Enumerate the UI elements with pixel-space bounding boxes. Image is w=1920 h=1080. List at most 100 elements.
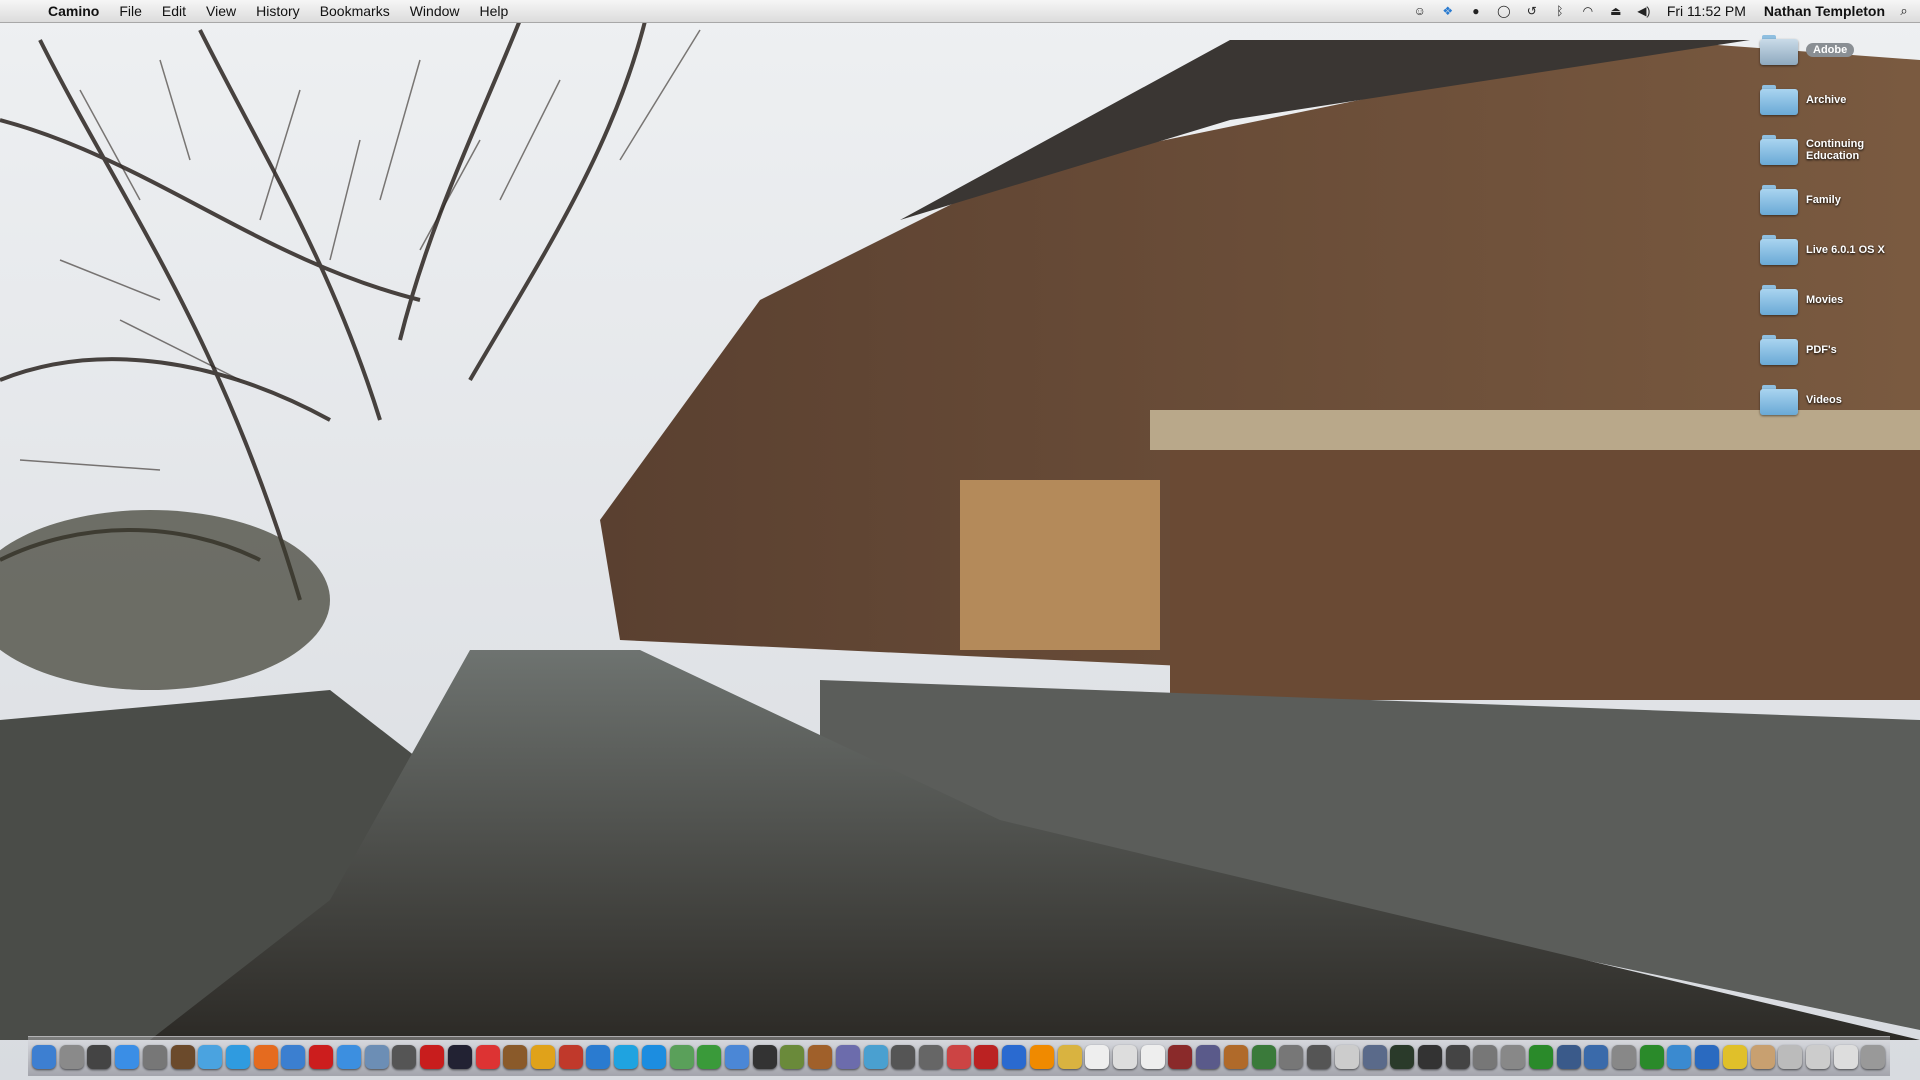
automator-icon[interactable] (1473, 1044, 1498, 1069)
applications-stack-icon[interactable] (1833, 1044, 1858, 1069)
pen-icon[interactable] (1196, 1044, 1221, 1069)
downloads-stack-icon[interactable] (1778, 1044, 1803, 1069)
iphoto-icon[interactable] (780, 1044, 805, 1069)
user-icon[interactable]: ☺ (1412, 4, 1428, 18)
desktop-folder-movies[interactable]: Movies (1760, 278, 1910, 322)
package-icon[interactable] (1223, 1044, 1248, 1069)
screen-icon[interactable] (392, 1044, 417, 1069)
mail-icon[interactable] (946, 1044, 971, 1069)
monitor-icon[interactable] (1556, 1044, 1581, 1069)
time-machine-icon[interactable]: ↺ (1524, 4, 1540, 18)
app-store-icon[interactable] (336, 1044, 361, 1069)
notes-icon[interactable] (1750, 1044, 1775, 1069)
acrobat-icon[interactable] (420, 1044, 445, 1069)
menu-history[interactable]: History (246, 3, 310, 19)
vlc-icon[interactable] (1029, 1044, 1054, 1069)
installer-icon[interactable] (1501, 1044, 1526, 1069)
screenshot-icon[interactable] (919, 1044, 943, 1069)
x11-icon[interactable] (1445, 1044, 1470, 1069)
chess-icon[interactable] (669, 1044, 694, 1069)
menubar-clock[interactable]: Fri 11:52 PM (1658, 3, 1755, 19)
green-app-icon[interactable] (697, 1044, 722, 1069)
menu-file[interactable]: File (109, 3, 152, 19)
cd-icon[interactable] (1057, 1044, 1082, 1069)
dvd-icon[interactable] (1334, 1044, 1359, 1069)
coffee-icon[interactable] (170, 1044, 195, 1069)
filezilla-icon[interactable] (558, 1044, 583, 1069)
activity-monitor-icon[interactable] (1390, 1044, 1415, 1069)
finder-icon[interactable] (32, 1044, 56, 1069)
itunes-icon[interactable] (198, 1044, 223, 1069)
chat-icon[interactable]: ◯ (1496, 4, 1512, 18)
migration-icon[interactable] (1695, 1044, 1720, 1069)
wifi-scanner-icon[interactable] (863, 1044, 888, 1069)
utorrent-icon[interactable] (1639, 1044, 1664, 1069)
dashboard-icon[interactable] (87, 1044, 112, 1069)
menu-window[interactable]: Window (400, 3, 470, 19)
green-screen-icon[interactable] (1528, 1044, 1553, 1069)
folder-icon (1760, 35, 1798, 65)
photo-browser-icon[interactable] (835, 1044, 860, 1069)
console-icon[interactable] (1417, 1044, 1442, 1069)
opera-icon[interactable] (309, 1044, 334, 1069)
itunes-app-icon[interactable] (724, 1044, 749, 1069)
guitar-icon[interactable] (808, 1044, 833, 1069)
dropbox-icon[interactable]: ❖ (1440, 4, 1456, 18)
menu-edit[interactable]: Edit (152, 3, 196, 19)
fast-user-switch[interactable]: Nathan Templeton (1755, 3, 1894, 19)
textedit-icon[interactable] (1113, 1044, 1138, 1069)
app-blue-icon[interactable] (586, 1044, 611, 1069)
app-menu[interactable]: Camino (44, 3, 109, 19)
calculator-icon[interactable] (1611, 1044, 1636, 1069)
terminal-app-icon[interactable] (447, 1044, 472, 1069)
vlc-like-icon[interactable] (530, 1044, 555, 1069)
camino-icon[interactable] (281, 1044, 306, 1069)
desktop-folder-continuing-education[interactable]: Continuing Education (1760, 128, 1910, 172)
box-icon[interactable] (1584, 1044, 1609, 1069)
trash-icon[interactable] (1861, 1044, 1886, 1069)
desktop-folder-label: Family (1806, 194, 1841, 206)
utility-icon[interactable] (142, 1044, 167, 1069)
quicktime-icon[interactable] (1002, 1044, 1027, 1069)
flickr-icon[interactable] (641, 1044, 666, 1069)
firefox-icon[interactable] (253, 1044, 278, 1069)
bluetooth-icon[interactable]: ᛒ (1552, 4, 1568, 18)
desktop-folder-videos[interactable]: Videos (1760, 378, 1910, 422)
keyboard-icon[interactable] (1279, 1044, 1304, 1069)
eject-icon[interactable]: ⏏ (1608, 4, 1624, 18)
triangle-app-icon[interactable] (475, 1044, 500, 1069)
desktop-folder-label: Live 6.0.1 OS X (1806, 244, 1885, 256)
helmet-icon[interactable] (1362, 1044, 1387, 1069)
menu-view[interactable]: View (196, 3, 246, 19)
spotlight-search-icon[interactable]: ⌕ (1894, 3, 1914, 19)
preview-icon[interactable] (364, 1044, 389, 1069)
document-icon[interactable] (1140, 1044, 1165, 1069)
growl-icon[interactable]: ● (1468, 4, 1484, 18)
desktop-folder-archive[interactable]: Archive (1760, 78, 1910, 122)
photo-booth-icon[interactable] (974, 1044, 999, 1069)
system-preferences-icon[interactable] (59, 1044, 84, 1069)
volume-icon[interactable]: ◀) (1636, 4, 1652, 18)
desktop-folder-family[interactable]: Family (1760, 178, 1910, 222)
stickies-icon[interactable] (1722, 1044, 1747, 1069)
calendar-icon[interactable] (1085, 1044, 1110, 1069)
wifi-icon[interactable]: ◠ (1580, 4, 1596, 18)
ichat-icon[interactable] (226, 1044, 251, 1069)
documents-stack-icon[interactable] (1806, 1044, 1830, 1069)
drive-icon[interactable] (1307, 1044, 1332, 1069)
skype-icon[interactable] (614, 1044, 639, 1069)
menu-bookmarks[interactable]: Bookmarks (310, 3, 400, 19)
desktop-folder-label: Adobe (1806, 43, 1855, 57)
wine-icon[interactable] (1168, 1044, 1193, 1069)
desktop-folder-live[interactable]: Live 6.0.1 OS X (1760, 228, 1910, 272)
desktop-folder-adobe[interactable]: Adobe (1760, 28, 1910, 72)
spider-icon[interactable] (752, 1044, 777, 1069)
charts-icon[interactable] (1251, 1044, 1276, 1069)
desktop-folder-label: Archive (1806, 94, 1847, 106)
menu-help[interactable]: Help (470, 3, 519, 19)
garageband-icon[interactable] (503, 1044, 528, 1069)
safari-icon[interactable] (115, 1044, 140, 1069)
desktop-folder-pdfs[interactable]: PDF's (1760, 328, 1910, 372)
camera-icon[interactable] (891, 1044, 916, 1069)
network-icon[interactable] (1667, 1044, 1692, 1069)
